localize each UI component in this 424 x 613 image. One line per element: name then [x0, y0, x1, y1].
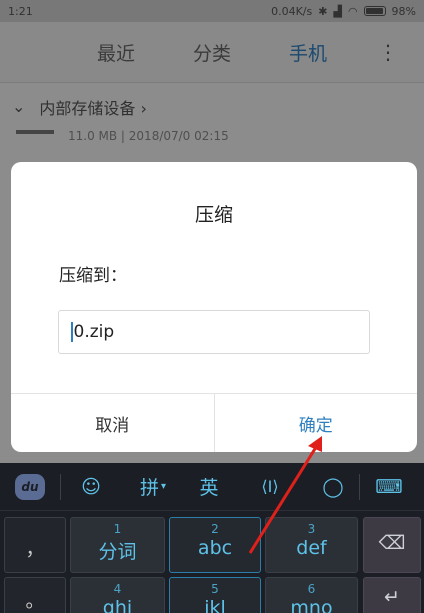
- period-key[interactable]: 。: [4, 577, 66, 613]
- pinyin-mode-button[interactable]: 拼 ▾: [121, 463, 185, 511]
- cancel-button[interactable]: 取消: [11, 394, 215, 452]
- comma-key[interactable]: ，: [4, 517, 66, 573]
- dialog-title: 压缩: [194, 204, 233, 226]
- keyboard-hide-icon[interactable]: ⌨: [360, 463, 418, 511]
- key-2[interactable]: 2 abc: [169, 517, 261, 573]
- confirm-button[interactable]: 确定: [215, 394, 418, 452]
- filename-input[interactable]: 0.zip: [58, 310, 370, 354]
- search-icon[interactable]: ◯: [307, 463, 359, 511]
- key-1[interactable]: 1 分词: [70, 517, 165, 573]
- soft-keyboard: du ☺ 拼 ▾ 英 ⟨I⟩ ◯ ⌨ ， 1 分词 2 abc 3 def ⌫ 。 4g…: [0, 463, 424, 613]
- key-5[interactable]: 5 jkl: [169, 577, 261, 613]
- cursor-icon[interactable]: ⟨I⟩: [233, 463, 307, 511]
- enter-key[interactable]: ↵: [363, 577, 421, 613]
- dialog-buttons: 取消 确定: [11, 393, 417, 452]
- keyboard-toolbar: du ☺ 拼 ▾ 英 ⟨I⟩ ◯ ⌨: [0, 463, 424, 511]
- keyboard-keys: ， 1 分词 2 abc 3 def ⌫ 。 4 ghi 5 jkl 6 mno ↵: [0, 511, 424, 613]
- key-6[interactable]: 6 mno: [265, 577, 358, 613]
- compress-to-label: 压缩到：: [59, 266, 127, 286]
- backspace-key[interactable]: ⌫: [363, 517, 421, 573]
- keyboard-logo-icon[interactable]: du: [0, 463, 60, 511]
- key-4[interactable]: 4 ghi: [70, 577, 165, 613]
- filename-value: 0.zip: [73, 322, 115, 342]
- english-mode-button[interactable]: 英: [185, 463, 233, 511]
- key-3[interactable]: 3 def: [265, 517, 358, 573]
- text-caret: [71, 322, 73, 342]
- emoji-icon[interactable]: ☺: [61, 463, 121, 511]
- compress-dialog: 压缩 压缩到： 0.zip 取消 确定: [11, 162, 417, 452]
